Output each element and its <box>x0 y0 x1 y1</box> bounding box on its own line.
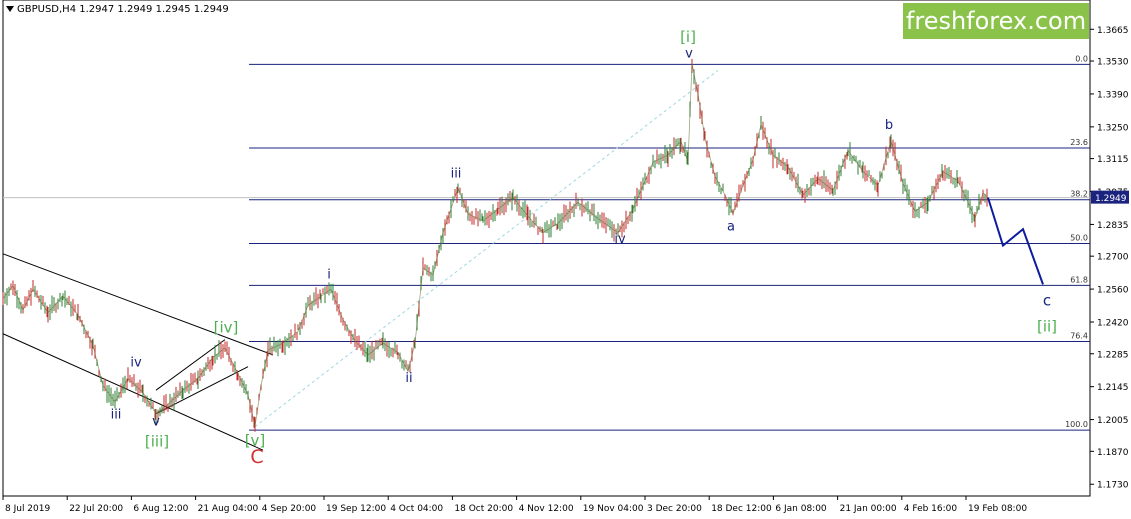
wave-label: v <box>152 414 160 429</box>
x-tick-label: 21 Aug 04:00 <box>198 504 259 514</box>
y-tick-label: 1.1870 <box>1097 448 1129 458</box>
fib-level-label: 76.4 <box>1070 332 1088 341</box>
fib-level-label: 0.0 <box>1075 54 1088 63</box>
x-tick-label: 18 Dec 12:00 <box>711 504 772 514</box>
price-line <box>2 63 989 427</box>
dropdown-triangle-icon <box>6 5 14 13</box>
y-tick-label: 1.2420 <box>1097 319 1129 329</box>
fib-level-label: 50.0 <box>1070 233 1088 242</box>
wave-label: c <box>1043 292 1051 310</box>
chart-canvas: 1.36651.35301.33901.32501.31151.29751.28… <box>2 0 1129 514</box>
fib-level-label: 61.8 <box>1070 275 1088 284</box>
wave-label: iv <box>130 356 142 371</box>
x-tick-label: 19 Feb 08:00 <box>968 504 1027 514</box>
y-tick-label: 1.3250 <box>1097 123 1129 133</box>
dashed-trend-line <box>254 70 719 428</box>
x-tick-label: 19 Nov 04:00 <box>583 504 644 514</box>
y-tick-label: 1.2005 <box>1097 416 1129 426</box>
channel-line <box>2 333 264 451</box>
y-tick-label: 1.2835 <box>1097 221 1129 231</box>
y-tick-label: 1.2560 <box>1097 286 1129 296</box>
wave-label: iii <box>451 166 462 181</box>
symbol-title-text: GBPUSD,H4 1.2947 1.2949 1.2945 1.2949 <box>17 4 229 15</box>
x-tick-label: 4 Nov 12:00 <box>519 504 574 514</box>
x-tick-label: 18 Oct 20:00 <box>454 504 513 514</box>
plot-frame <box>2 0 1091 497</box>
wave-label: iii <box>111 407 122 422</box>
brand-logo: freshforex.com <box>903 3 1089 39</box>
wave-label: [iii] <box>145 433 169 451</box>
x-tick-label: 4 Feb 16:00 <box>904 504 958 514</box>
wave-label: ii <box>405 371 412 386</box>
wave-label: b <box>885 118 893 133</box>
wave-label: i <box>327 268 331 283</box>
x-tick-label: 6 Jan 08:00 <box>775 504 827 514</box>
wave-label: [i] <box>680 28 696 46</box>
x-tick-label: 4 Sep 20:00 <box>262 504 317 514</box>
x-tick-label: 3 Dec 20:00 <box>647 504 702 514</box>
forecast-path <box>987 197 1044 285</box>
x-tick-label: 6 Aug 12:00 <box>133 504 188 514</box>
symbol-title: GBPUSD,H4 1.2947 1.2949 1.2945 1.2949 <box>6 4 229 15</box>
fib-level-label: 100.0 <box>1065 420 1088 429</box>
y-tick-label: 1.1730 <box>1097 481 1129 491</box>
wave-label: [iv] <box>214 319 239 337</box>
wave-label: v <box>685 46 693 61</box>
wave-label: iv <box>614 232 626 247</box>
y-tick-label: 1.3390 <box>1097 90 1129 100</box>
y-tick-label: 1.3665 <box>1097 26 1129 36</box>
x-tick-label: 4 Oct 04:00 <box>390 504 443 514</box>
x-tick-label: 19 Sep 12:00 <box>326 504 386 514</box>
y-tick-label: 1.2285 <box>1097 350 1129 360</box>
current-price-label: 1.2949 <box>1095 194 1127 204</box>
wave-label: C <box>250 446 263 468</box>
current-price-marker: 1.2949 <box>1091 190 1129 204</box>
wave-label: [ii] <box>1037 317 1057 335</box>
y-tick-label: 1.3115 <box>1097 155 1129 165</box>
x-tick-label: 21 Jan 00:00 <box>840 504 897 514</box>
fib-level-label: 23.6 <box>1070 138 1088 147</box>
x-tick-label: 8 Jul 2019 <box>5 504 50 514</box>
x-tick-label: 22 Jul 20:00 <box>69 504 123 514</box>
wave-label: a <box>727 219 735 234</box>
y-tick-label: 1.2700 <box>1097 253 1129 263</box>
y-tick-label: 1.2145 <box>1097 383 1129 393</box>
y-tick-label: 1.3530 <box>1097 58 1129 68</box>
